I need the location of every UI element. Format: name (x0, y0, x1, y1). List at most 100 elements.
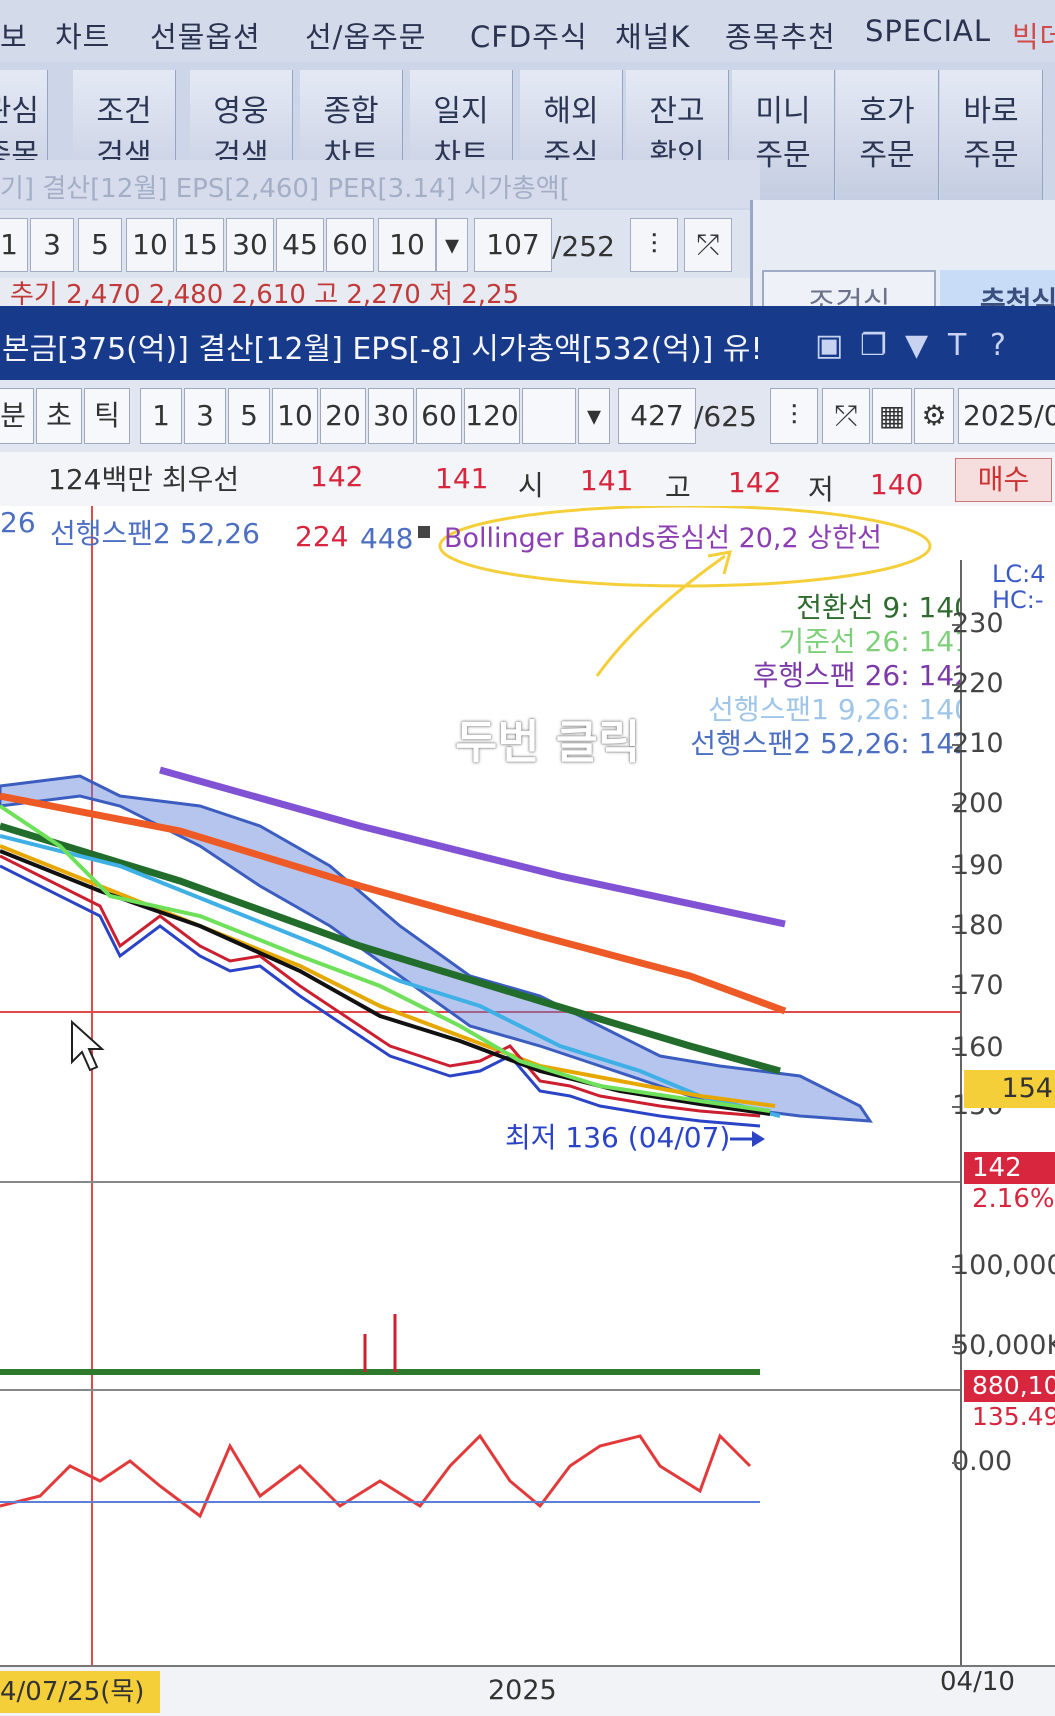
date-tick-0410: 04/10 (940, 1667, 1015, 1697)
y-tick-160: 160 (952, 1032, 1004, 1063)
date-axis: 4/07/25(목) 2025 04/10 (0, 1665, 1055, 1716)
y-tick-200: 200 (952, 788, 1004, 819)
low-label: 저 (808, 473, 834, 506)
menu-item-recommend[interactable]: 종목추천 (725, 14, 836, 56)
candle-add-icon[interactable]: ⫶ (770, 388, 818, 444)
menu-item-channel-k[interactable]: 채널K (615, 14, 690, 56)
bollinger-legend[interactable]: Bollinger Bands중심선 20,2 상한선 (444, 516, 882, 555)
unit-minute-button[interactable]: 분 (0, 388, 34, 444)
help-icon[interactable]: ? (990, 328, 1006, 363)
back-period-60[interactable]: 60 (326, 218, 374, 272)
mouse-cursor-icon (71, 1019, 105, 1072)
count-select[interactable] (522, 388, 576, 444)
period2-20[interactable]: 20 (320, 388, 366, 444)
menu-item-chart[interactable]: 차트 (55, 14, 110, 56)
back-period-15[interactable]: 15 (176, 218, 224, 272)
best-bid: 141 (435, 462, 489, 495)
menu-item-fo-order[interactable]: 선/옵주문 (305, 14, 427, 56)
legend-n2: 448 (360, 522, 414, 555)
y-tick-230: 230 (952, 608, 1004, 639)
gear-icon[interactable]: ⚙ (914, 388, 954, 444)
unit-tick-button[interactable]: 틱 (84, 388, 130, 444)
period2-3[interactable]: 3 (184, 388, 226, 444)
chevron-down-icon: ▾ (586, 399, 602, 432)
menu-item-info[interactable]: 보 (0, 14, 28, 56)
last-change-label: 2.16% (972, 1184, 1055, 1214)
oscillator-line (0, 1433, 752, 1519)
period2-10[interactable]: 10 (272, 388, 318, 444)
volume-value-badge: 880,108 (964, 1370, 1055, 1402)
chevron-down-icon: ▾ (444, 228, 460, 261)
osc-tick-0: 0.00 (952, 1446, 1013, 1477)
back-period-1[interactable]: 1 (0, 218, 28, 272)
back-page-total: /252 (552, 230, 615, 263)
back-count-select[interactable]: 10 (378, 218, 436, 272)
line-add-icon[interactable]: ⤱ (822, 388, 870, 444)
layout-icon[interactable]: ▣ (815, 328, 843, 363)
legend-span2: 선행스팬2 52,26 (50, 517, 260, 550)
y-tick-220: 220 (952, 668, 1004, 699)
menu-item-cfd[interactable]: CFD주식 (470, 14, 588, 56)
y-tick-210: 210 (952, 728, 1004, 759)
period2-5[interactable]: 5 (228, 388, 270, 444)
chart-window-title-bar: 본금[375(억)] 결산[12월] EPS[-8] 시가총액[532(억)] … (0, 306, 1055, 380)
period2-120[interactable]: 120 (464, 388, 520, 444)
line-add-icon[interactable]: ⤱ (684, 218, 732, 272)
legend-span2-value: 선행스팬2 52,26: 142 (690, 727, 972, 760)
quote-order-button[interactable]: 호가 주문 (836, 70, 939, 208)
legend-marker (418, 526, 430, 538)
period2-30[interactable]: 30 (368, 388, 414, 444)
crosshair-date-badge: 4/07/25(목) (0, 1671, 160, 1713)
volume-label: 124백만 최우선 (48, 463, 240, 496)
restore-icon[interactable]: ❐ (860, 328, 887, 363)
save-icon[interactable]: ▦ (872, 388, 912, 444)
highlight-arrow-head (707, 550, 733, 575)
window-title: 본금[375(억)] 결산[12월] EPS[-8] 시가총액[532(억)] … (2, 332, 763, 367)
vol-tick-50000k: 50,000K (952, 1330, 1055, 1361)
price-summary-row: 124백만 최우선 142 141 시 141 고 142 저 140 매수 (0, 452, 1055, 507)
unit-second-button[interactable]: 초 (36, 388, 82, 444)
y-tick-170: 170 (952, 970, 1004, 1001)
page-total: /625 (694, 400, 757, 433)
count-dropdown[interactable]: ▾ (578, 388, 610, 444)
menu-item-bigdata[interactable]: 빅데 (1012, 14, 1055, 56)
y-tick-180: 180 (952, 910, 1004, 941)
pin-icon[interactable]: ▼ (905, 328, 928, 363)
double-click-annotation: 두번 클릭 (455, 715, 641, 769)
period2-60[interactable]: 60 (416, 388, 462, 444)
back-period-5[interactable]: 5 (78, 218, 122, 272)
open-price: 141 (580, 464, 634, 497)
open-label: 시 (518, 469, 544, 502)
back-page-input[interactable]: 107 (474, 218, 552, 272)
menu-item-special[interactable]: SPECIAL (865, 14, 991, 48)
quick-order-button[interactable]: 바로 주문 (940, 70, 1043, 208)
last-price-badge: 142 (964, 1152, 1055, 1184)
y-tick-190: 190 (952, 850, 1004, 881)
menu-item-futures-options[interactable]: 선물옵션 (150, 14, 261, 56)
volume-change-label: 135.49% (972, 1402, 1055, 1431)
high-label: 고 (665, 471, 691, 504)
high-price: 142 (728, 466, 782, 499)
candle-add-icon[interactable]: ⫶ (630, 218, 678, 272)
chart-period-bar: 분 초 틱 1 3 5 10 20 30 60 120 ▾ 427 /625 ⫶… (0, 380, 1055, 453)
back-period-3[interactable]: 3 (30, 218, 74, 272)
low-price: 140 (870, 468, 924, 501)
highlight-arrow (595, 554, 726, 677)
font-icon[interactable]: T (948, 328, 966, 363)
min-arrow-head (752, 1131, 765, 1147)
back-count-dropdown[interactable]: ▾ (436, 218, 468, 272)
back-period-10[interactable]: 10 (126, 218, 174, 272)
buy-button[interactable]: 매수 (955, 458, 1052, 502)
legend-prefix: 26 (0, 506, 36, 539)
date-input[interactable]: 2025/04 (958, 388, 1055, 444)
back-period-30[interactable]: 30 (226, 218, 274, 272)
period2-1[interactable]: 1 (140, 388, 182, 444)
lc-label: LC:4 (992, 560, 1046, 588)
page-input[interactable]: 427 (618, 388, 696, 444)
vol-tick-100000: 100,000 (952, 1250, 1055, 1281)
chart-area[interactable]: 26 선행스팬2 52,26 224 448 Bollinger Bands중심… (0, 506, 1055, 1716)
back-window-price-row: 추기 2,470 2,480 2,610 고 2,270 저 2,25 (0, 278, 750, 308)
back-period-45[interactable]: 45 (276, 218, 324, 272)
legend-n1: 224 (295, 520, 349, 553)
main-menu-bar: 보 차트 선물옵션 선/옵주문 CFD주식 채널K 종목추천 SPECIAL 빅… (0, 0, 1055, 63)
